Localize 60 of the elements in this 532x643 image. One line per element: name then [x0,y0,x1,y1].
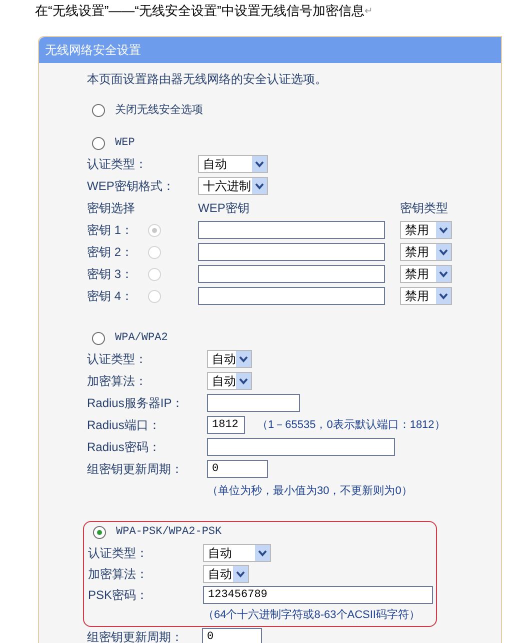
column-header: 密钥类型 [400,200,448,217]
option-label: 关闭无线安全选项 [115,102,203,118]
hint-text: （64个十六进制字符或8-63个ACSII码字符） [203,608,420,624]
column-header: 密钥选择 [87,200,136,217]
text-field[interactable] [207,438,395,456]
text-field[interactable]: 123456789 [203,586,433,604]
dropdown[interactable]: 自动 [207,372,252,390]
radio-button[interactable] [92,136,105,150]
radio-button[interactable] [92,332,105,344]
field-label: 加密算法： [88,566,149,582]
field-label: Radius密码： [87,439,162,456]
field-label: WEP密钥格式： [87,178,176,195]
chevron-down-icon [436,288,451,304]
chevron-down-icon [236,373,251,389]
dropdown[interactable]: 自动 [207,350,252,368]
paragraph-mark: ↵ [364,5,372,19]
field-label: Radius端口： [87,417,162,434]
option-label: WPA-PSK/WPA2-PSK [116,524,222,540]
field-label: 组密钥更新周期： [87,461,184,478]
field-label: 认证类型： [87,351,148,368]
text-field[interactable] [198,287,385,305]
text-field[interactable]: 0 [202,628,262,643]
chevron-down-icon [255,544,270,560]
heading-text: 在“无线设置”——“无线安全设置”中设置无线信号加密信息 [35,2,364,20]
dropdown[interactable]: 自动 [203,544,271,562]
text-field[interactable] [198,265,385,283]
field-label: 组密钥更新周期： [87,629,184,643]
text-field[interactable]: 0 [207,460,268,478]
radio-button[interactable] [93,526,106,538]
text-field[interactable] [198,221,385,239]
field-label: 密钥 3： [87,266,134,283]
radio-button[interactable] [92,104,105,116]
field-label: 密钥 4： [87,288,134,305]
field-label: 认证类型： [87,156,148,173]
field-label: 密钥 1： [87,222,134,239]
field-label: PSK密码： [88,586,150,604]
field-label: Radius服务器IP： [87,395,185,412]
hint-text: （单位为秒，最小值为30，不更新则为0） [207,484,412,499]
description-text: 本页面设置路由器无线网络的安全认证选项。 [87,71,327,88]
chevron-down-icon [436,222,451,238]
field-label: 加密算法： [87,373,148,390]
text-field[interactable] [207,394,300,412]
dropdown[interactable]: 自动 [203,564,249,582]
chevron-down-icon [436,266,451,282]
dropdown[interactable]: 十六进制 [198,177,268,195]
hint-text: （1－65535，0表示默认端口：1812） [257,418,446,433]
chevron-down-icon [436,244,451,260]
text-field[interactable]: 1812 [207,416,245,434]
chevron-down-icon [233,566,248,582]
option-label: WPA/WPA2 [115,330,168,346]
chevron-down-icon [236,351,251,367]
field-label: 认证类型： [88,544,149,562]
panel-title: 无线网络安全设置 [45,42,141,59]
option-label: WEP [115,136,135,151]
chevron-down-icon [252,178,267,194]
dropdown[interactable]: 自动 [198,155,268,173]
field-label: 密钥 2： [87,244,134,261]
text-field[interactable] [198,243,385,261]
chevron-down-icon [252,156,267,172]
column-header: WEP密钥 [198,200,250,217]
